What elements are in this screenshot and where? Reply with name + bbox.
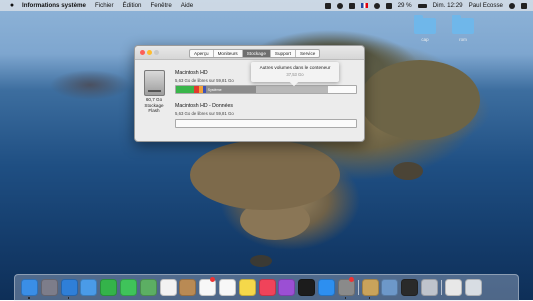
storage-segment[interactable]: Système	[205, 86, 257, 93]
menubar-user[interactable]: Paul Ecosse	[469, 2, 503, 9]
running-indicator	[28, 297, 30, 299]
disk-capacity: 60,7 Go Stockage Flash	[141, 97, 167, 114]
minimize-window-button[interactable]	[147, 50, 152, 55]
system-information-icon[interactable]	[361, 279, 379, 296]
desktop-folder[interactable]	[452, 15, 474, 34]
mail-icon[interactable]	[80, 279, 98, 296]
zoom-window-button[interactable]	[154, 50, 159, 55]
island-rock	[190, 140, 340, 210]
tab-moniteurs[interactable]: Moniteurs	[214, 50, 243, 58]
volume-icon[interactable]	[385, 2, 392, 9]
notification-badge	[348, 277, 354, 282]
disk-type-label: Stockage Flash	[144, 102, 164, 114]
storage-usage-bar[interactable]: Système	[175, 85, 357, 94]
screenshot-icon[interactable]	[421, 279, 438, 296]
launchpad-icon[interactable]	[40, 279, 58, 296]
menubar-status-area: 29 % Dim. 12:29 Paul Ecosse	[324, 0, 527, 11]
notification-center-icon[interactable]	[521, 2, 527, 9]
battery-percentage[interactable]: 29 %	[398, 2, 412, 9]
tooltip-title: Autres volumes dans le conteneur	[259, 65, 331, 70]
facetime-icon[interactable]	[100, 279, 118, 296]
desktop-folder[interactable]	[414, 15, 436, 34]
storage-usage-bar[interactable]	[175, 119, 357, 128]
screen-mirroring-icon[interactable]	[324, 2, 331, 9]
running-indicator	[344, 297, 347, 299]
storage-segment[interactable]	[256, 86, 329, 93]
volume-name: Macintosh HD - Données	[175, 103, 233, 109]
running-indicator	[67, 297, 70, 299]
dock-separator	[357, 280, 359, 295]
storage-segment[interactable]	[176, 120, 356, 127]
photos-icon[interactable]	[159, 279, 177, 296]
spotlight-search-icon[interactable]	[509, 2, 515, 9]
menubar-clock[interactable]: Dim. 12:29	[433, 2, 463, 9]
desktop-folder-label: rom	[459, 37, 467, 42]
running-indicator	[368, 297, 371, 299]
apple-menu-icon[interactable]: ●	[8, 2, 16, 10]
battery-icon[interactable]	[417, 3, 427, 8]
podcasts-icon[interactable]	[278, 279, 296, 296]
tab-support[interactable]: Support	[271, 50, 296, 58]
internal-disk-icon	[144, 70, 165, 96]
menu-fichier[interactable]: Fichier	[95, 2, 114, 9]
system-information-window: Aperçu Moniteurs Stockage Support Servic…	[134, 45, 365, 142]
menu-edition[interactable]: Édition	[123, 2, 142, 9]
storage-segment-label: Système	[207, 87, 222, 92]
bluetooth-icon[interactable]	[348, 2, 355, 9]
maps-icon[interactable]	[139, 279, 157, 296]
contacts-icon[interactable]	[179, 279, 197, 296]
tab-bar: Aperçu Moniteurs Stockage Support Servic…	[189, 49, 321, 59]
wifi-icon[interactable]	[373, 2, 380, 9]
tooltip-value: 37,53 Go	[286, 72, 304, 77]
finder-icon[interactable]	[21, 279, 38, 296]
tab-stockage[interactable]: Stockage	[242, 50, 271, 58]
music-icon[interactable]	[258, 279, 276, 296]
tab-apercu[interactable]: Aperçu	[190, 50, 214, 58]
volume-name: Macintosh HD	[175, 70, 208, 76]
island-rock	[250, 255, 272, 267]
dock	[14, 274, 519, 301]
tv-icon[interactable]	[298, 279, 316, 296]
terminal-icon[interactable]	[401, 279, 419, 296]
volume-free-space: 5,63 Go de libres sur 59,81 Go	[175, 77, 234, 83]
tab-service[interactable]: Service	[296, 50, 319, 57]
volume-free-space: 5,63 Go de libres sur 59,81 Go	[175, 110, 234, 116]
messages-icon[interactable]	[120, 279, 137, 296]
safari-icon[interactable]	[60, 279, 78, 296]
notes-icon[interactable]	[238, 279, 256, 296]
menubar: ● Informations système Fichier Édition F…	[0, 0, 533, 11]
reminders-icon[interactable]	[219, 279, 236, 296]
close-window-button[interactable]	[140, 50, 145, 55]
menu-aide[interactable]: Aide	[181, 2, 193, 9]
trash-icon[interactable]	[464, 279, 482, 296]
storage-segment[interactable]	[328, 86, 356, 93]
app-store-icon[interactable]	[318, 279, 335, 296]
island-rock	[393, 162, 423, 180]
storage-tooltip: Autres volumes dans le conteneur 37,53 G…	[251, 62, 339, 82]
dock-separator	[440, 280, 442, 295]
storage-segment[interactable]	[176, 86, 194, 93]
downloads-icon[interactable]	[444, 279, 462, 296]
keyboard-input-flag-icon[interactable]	[360, 3, 368, 8]
window-titlebar[interactable]: Aperçu Moniteurs Stockage Support Servic…	[135, 46, 364, 60]
desktop-folder-label: cap	[421, 37, 429, 42]
menu-fenetre[interactable]: Fenêtre	[150, 2, 171, 9]
island-rock	[360, 60, 480, 140]
menu-app-name[interactable]: Informations système	[22, 2, 86, 9]
utilities-icon[interactable]	[381, 279, 399, 296]
time-machine-icon[interactable]	[336, 2, 343, 9]
